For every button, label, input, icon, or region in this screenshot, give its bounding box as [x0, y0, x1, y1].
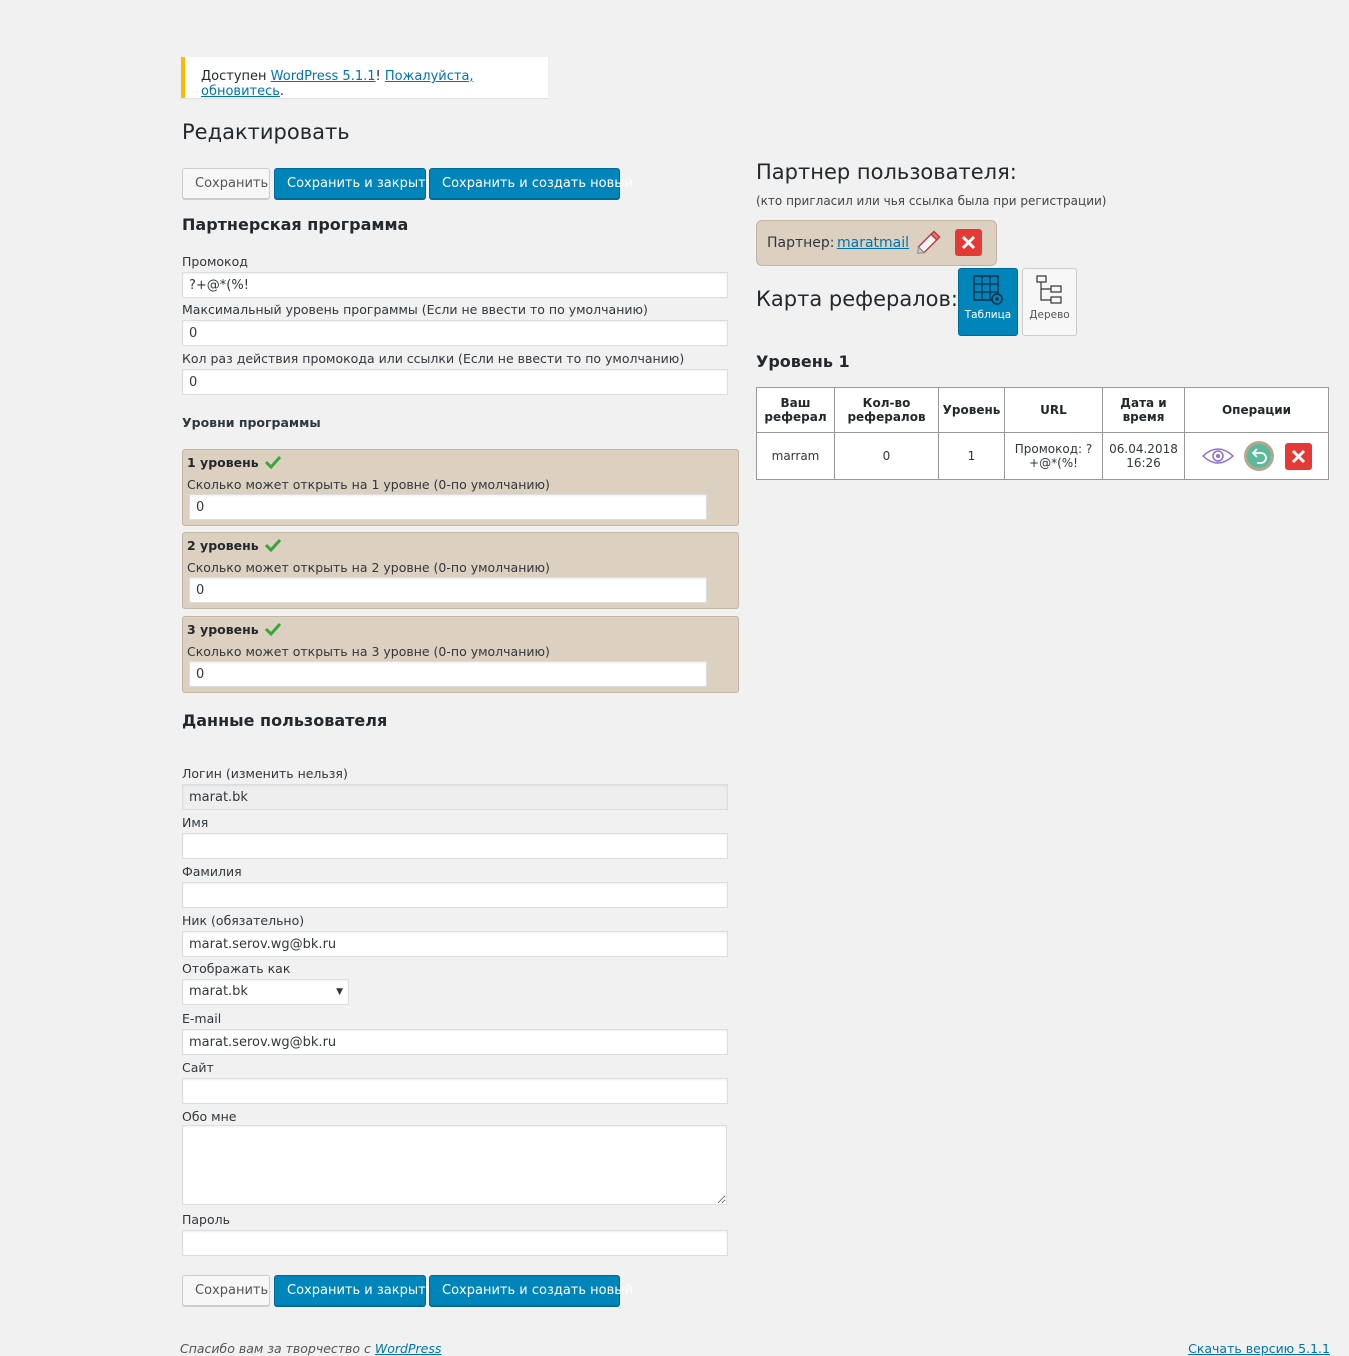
close-icon[interactable]: [955, 229, 982, 256]
view-tree-label: Дерево: [1029, 309, 1070, 321]
level-desc: Сколько может открыть на 1 уровне (0-по …: [187, 477, 550, 492]
promo-input[interactable]: [182, 272, 728, 298]
level-box-1: 1 уровень Сколько может открыть на 1 уро…: [182, 449, 739, 526]
level-title: 1 уровень: [187, 455, 259, 470]
eye-icon[interactable]: [1201, 444, 1235, 468]
display-as-select[interactable]: marat.bk ▼: [182, 979, 349, 1005]
level-1-heading: Уровень 1: [756, 352, 850, 371]
affiliate-heading: Партнерская программа: [182, 215, 409, 234]
col-referral: Ваш реферал: [756, 387, 835, 433]
about-label: Обо мне: [182, 1109, 237, 1124]
pencil-icon[interactable]: [914, 227, 944, 257]
partner-label: Партнер:: [767, 235, 835, 251]
nick-input[interactable]: [182, 931, 728, 957]
level-3-input[interactable]: [189, 661, 707, 687]
level-box-2: 2 уровень Сколько может открыть на 2 уро…: [182, 532, 739, 609]
levels-heading: Уровни программы: [182, 415, 321, 430]
referral-table: Ваш реферал Кол-во рефералов Уровень URL…: [756, 387, 1329, 480]
col-operations: Операции: [1184, 387, 1329, 433]
col-url: URL: [1004, 387, 1103, 433]
cell-operations: [1184, 432, 1329, 480]
partner-link[interactable]: maratmail: [837, 235, 909, 251]
col-level: Уровень: [938, 387, 1005, 433]
level-desc: Сколько может открыть на 2 уровне (0-по …: [187, 560, 550, 575]
login-input: [182, 784, 728, 810]
page-title: Редактировать: [182, 120, 350, 144]
cell-level: 1: [938, 432, 1005, 480]
cell-referral: marram: [756, 432, 835, 480]
nick-label: Ник (обязательно): [182, 913, 305, 928]
delete-icon[interactable]: [1284, 442, 1312, 470]
max-level-input[interactable]: [182, 320, 728, 346]
first-name-label: Имя: [182, 815, 209, 830]
user-data-heading: Данные пользователя: [182, 711, 388, 730]
level-desc: Сколько может открыть на 3 уровне (0-по …: [187, 644, 550, 659]
save-new-button-bottom[interactable]: Сохранить и создать новый: [429, 1275, 633, 1306]
footer-thanks: Спасибо вам за творчество с WordPress: [180, 1341, 441, 1356]
last-name-input[interactable]: [182, 882, 728, 908]
level-title: 2 уровень: [187, 538, 259, 553]
col-count: Кол-во рефералов: [834, 387, 939, 433]
email-input[interactable]: [182, 1029, 728, 1055]
max-level-label: Максимальный уровень программы (Если не …: [182, 302, 648, 317]
cell-url: Промокод: ?+@*(%!: [1004, 432, 1103, 480]
save-button[interactable]: Сохранить: [182, 168, 270, 199]
check-icon: [265, 455, 282, 469]
partner-box: Партнер: maratmail: [756, 220, 997, 266]
chevron-down-icon: ▼: [336, 987, 343, 997]
notice-prefix: Доступен: [201, 69, 267, 84]
password-input[interactable]: [182, 1230, 728, 1256]
update-notice: Доступен WordPress 5.1.1! Пожалуйста, об…: [181, 57, 548, 99]
cell-count: 0: [834, 432, 939, 480]
level-title: 3 уровень: [187, 622, 259, 637]
cell-date: 06.04.2018 16:26: [1102, 432, 1185, 480]
referral-map-heading: Карта рефералов:: [756, 287, 958, 311]
notice-dot: .: [279, 84, 285, 99]
login-label: Логин (изменить нельзя): [182, 766, 348, 781]
last-name-label: Фамилия: [182, 864, 242, 879]
site-label: Сайт: [182, 1060, 214, 1075]
display-as-label: Отображать как: [182, 961, 291, 976]
wordpress-version-link[interactable]: WordPress 5.1.1: [271, 69, 376, 84]
table-row: marram 0 1 Промокод: ?+@*(%! 06.04.2018 …: [756, 432, 1329, 480]
site-input[interactable]: [182, 1078, 728, 1104]
check-icon: [265, 538, 282, 552]
table-header-row: Ваш реферал Кол-во рефералов Уровень URL…: [756, 387, 1329, 433]
table-grid-icon: [973, 275, 1003, 305]
uses-input[interactable]: [182, 369, 728, 395]
view-tree-button[interactable]: Дерево: [1022, 268, 1077, 336]
level-1-input[interactable]: [189, 494, 707, 520]
save-close-button[interactable]: Сохранить и закрыть: [274, 168, 433, 199]
check-icon: [265, 622, 282, 636]
first-name-input[interactable]: [182, 833, 728, 859]
level-2-input[interactable]: [189, 577, 707, 603]
save-button-bottom[interactable]: Сохранить: [182, 1275, 270, 1306]
notice-bang: !: [375, 69, 381, 84]
about-textarea[interactable]: [182, 1125, 727, 1205]
view-table-button[interactable]: Таблица: [958, 268, 1018, 336]
promo-label: Промокод: [182, 254, 248, 269]
email-label: E-mail: [182, 1011, 222, 1026]
save-new-button[interactable]: Сохранить и создать новый: [429, 168, 633, 199]
footer-thanks-text: Спасибо вам за творчество с: [180, 1341, 375, 1356]
partner-subtitle: (кто пригласил или чья ссылка была при р…: [756, 194, 1107, 208]
password-label: Пароль: [182, 1212, 230, 1227]
level-box-3: 3 уровень Сколько может открыть на 3 уро…: [182, 616, 739, 693]
display-as-value: marat.bk: [189, 984, 248, 999]
uses-label: Кол раз действия промокода или ссылки (Е…: [182, 351, 685, 366]
save-close-button-bottom[interactable]: Сохранить и закрыть: [274, 1275, 433, 1306]
col-date: Дата и время: [1102, 387, 1185, 433]
footer-version-link[interactable]: Скачать версию 5.1.1: [1188, 1341, 1330, 1356]
view-table-label: Таблица: [964, 309, 1012, 321]
partner-heading: Партнер пользователя:: [756, 160, 1017, 184]
undo-icon[interactable]: [1243, 440, 1275, 472]
tree-icon: [1035, 275, 1062, 304]
footer-wordpress-link[interactable]: WordPress: [375, 1341, 441, 1356]
